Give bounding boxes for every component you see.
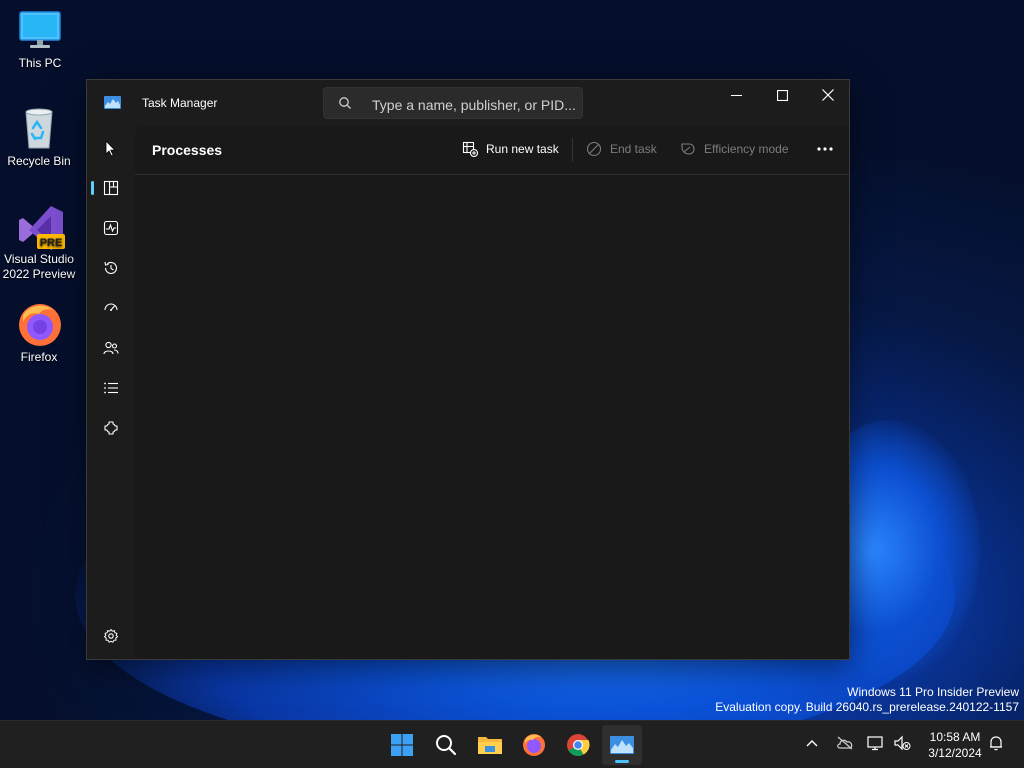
desktop-icon-label: Firefox — [20, 350, 58, 364]
visual-studio-icon: PRE — [17, 204, 65, 250]
maximize-button[interactable] — [759, 80, 805, 110]
nav-hamburger-button[interactable] — [91, 132, 131, 164]
more-options-button[interactable] — [816, 139, 842, 159]
evaluation-watermark: Windows 11 Pro Insider Preview Evaluatio… — [715, 685, 1019, 715]
folder-icon — [478, 737, 502, 754]
end-task-icon — [586, 141, 602, 157]
nav-users[interactable] — [91, 332, 131, 364]
startup-icon — [104, 303, 118, 311]
search-icon — [436, 735, 457, 756]
navigation-sidebar — [87, 126, 135, 660]
network-tray-icon[interactable] — [864, 731, 888, 755]
file-explorer-button[interactable] — [470, 725, 510, 765]
processes-icon — [103, 180, 119, 196]
run-new-task-icon — [462, 141, 478, 157]
onedrive-tray-icon[interactable] — [833, 731, 857, 755]
chevron-up-icon — [806, 740, 818, 747]
desktop-icon-firefox[interactable]: Firefox — [0, 302, 79, 365]
desktop-icon-label-line2: 2022 Preview — [2, 267, 76, 281]
nav-app-history[interactable] — [91, 252, 131, 284]
nav-processes[interactable] — [91, 172, 131, 204]
task-manager-app-icon — [104, 96, 121, 109]
services-icon — [104, 421, 118, 435]
desktop-icon-recycle-bin[interactable]: Recycle Bin — [0, 106, 79, 169]
details-icon — [104, 382, 118, 394]
leaf-icon — [681, 143, 695, 155]
bell-icon — [990, 736, 1002, 751]
gear-icon — [104, 629, 118, 643]
desktop-icon-label: Recycle Bin — [7, 154, 71, 168]
more-icon — [817, 147, 833, 151]
minimize-icon — [730, 94, 742, 96]
run-new-task-button[interactable]: Run new task — [462, 139, 559, 159]
performance-icon — [103, 220, 119, 236]
chrome-taskbar-button[interactable] — [558, 725, 598, 765]
processes-page: Processes Run new task End task Efficien… — [135, 126, 849, 659]
desktop-icon-this-pc[interactable]: This PC — [0, 8, 80, 71]
watermark-line1: Windows 11 Pro Insider Preview — [847, 685, 1019, 699]
firefox-icon — [17, 302, 61, 346]
firefox-taskbar-button[interactable] — [514, 725, 554, 765]
cloud-offline-icon — [837, 736, 853, 750]
search-button[interactable] — [426, 725, 466, 765]
volume-muted-icon — [894, 735, 911, 751]
end-task-button[interactable]: End task — [586, 139, 657, 159]
history-icon — [104, 261, 118, 274]
network-icon — [867, 736, 883, 751]
windows-logo-icon — [391, 734, 413, 756]
show-hidden-icons-button[interactable] — [800, 731, 824, 755]
nav-performance[interactable] — [91, 212, 131, 244]
taskbar-clock[interactable]: 10:58 AM 3/12/2024 — [920, 729, 990, 761]
command-separator — [572, 138, 573, 162]
task-manager-taskbar-button[interactable] — [602, 725, 642, 765]
maximize-icon — [776, 89, 788, 101]
end-task-label: End task — [610, 142, 657, 156]
firefox-icon — [523, 734, 545, 756]
start-button[interactable] — [382, 725, 422, 765]
title-bar[interactable]: Task Manager — [87, 80, 849, 126]
search-input[interactable] — [370, 94, 579, 116]
desktop-icon-label-line1: Visual Studio — [4, 252, 74, 266]
task-manager-icon — [610, 736, 634, 754]
clock-date: 3/12/2024 — [928, 746, 982, 760]
search-icon — [338, 96, 352, 115]
window-title: Task Manager — [142, 96, 218, 110]
users-icon — [103, 341, 119, 355]
recycle-bin-icon — [17, 106, 61, 150]
page-title: Processes — [152, 142, 223, 158]
desktop-icon-visual-studio[interactable]: PRE Visual Studio 2022 Preview — [0, 204, 79, 282]
clock-time: 10:58 AM — [929, 730, 981, 744]
hamburger-icon — [105, 140, 116, 156]
command-bar: Processes Run new task End task Efficien… — [135, 126, 849, 175]
close-icon — [822, 89, 834, 101]
watermark-line2: Evaluation copy. Build 26040.rs_prerelea… — [715, 700, 1019, 714]
search-box[interactable] — [323, 87, 583, 119]
nav-details[interactable] — [91, 372, 131, 404]
desktop-icon-label: This PC — [18, 56, 62, 70]
minimize-button[interactable] — [713, 80, 759, 110]
nav-settings[interactable] — [91, 620, 131, 652]
efficiency-mode-label: Efficiency mode — [704, 142, 789, 156]
volume-tray-icon[interactable] — [890, 731, 914, 755]
nav-services[interactable] — [91, 412, 131, 444]
run-new-task-label: Run new task — [486, 142, 559, 156]
taskbar: 10:58 AM 3/12/2024 — [0, 720, 1024, 768]
notifications-button[interactable] — [984, 731, 1008, 755]
chrome-icon — [567, 734, 590, 756]
nav-startup-apps[interactable] — [91, 292, 131, 324]
close-button[interactable] — [805, 80, 851, 110]
monitor-icon — [18, 8, 62, 52]
pre-badge: PRE — [40, 237, 63, 249]
task-manager-window: Task Manager Type a name, publisher, or … — [86, 79, 850, 660]
efficiency-mode-button[interactable]: Efficiency mode — [680, 139, 789, 159]
